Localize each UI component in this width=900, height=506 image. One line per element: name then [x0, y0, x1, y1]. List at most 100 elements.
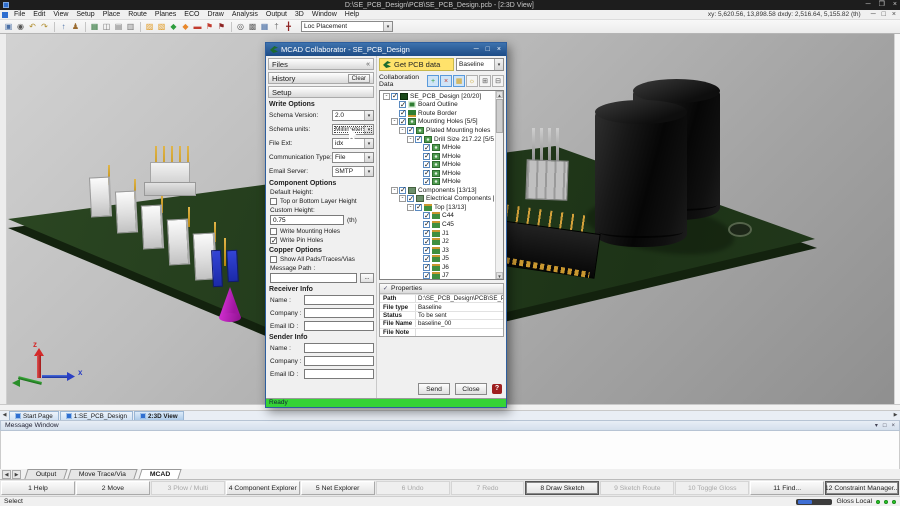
menu-analysis[interactable]: Analysis	[228, 10, 262, 20]
tree-checkbox[interactable]	[399, 101, 406, 108]
tree-checkbox[interactable]	[423, 264, 430, 271]
show-all-pads-checkbox-row[interactable]: Show All Pads/Traces/Vias	[270, 256, 374, 263]
folder-open-icon[interactable]: ▨	[144, 21, 155, 32]
menu-planes[interactable]: Planes	[151, 10, 180, 20]
layers-icon[interactable]: ▤	[113, 21, 124, 32]
show-modified-button[interactable]: ▦	[453, 75, 465, 87]
chevron-down-icon[interactable]: ▾	[364, 167, 373, 176]
collab-tree[interactable]: ▲ ▼ -SE_PCB_Design [20/20]-Board Outline…	[379, 90, 504, 280]
tree-row[interactable]: -C44	[381, 212, 494, 221]
chevron-down-icon[interactable]: ▾	[383, 22, 392, 31]
menu-3d[interactable]: 3D	[291, 10, 308, 20]
expander-icon[interactable]: -	[407, 204, 414, 211]
schema-version-combo[interactable]: 2.0▾	[332, 110, 374, 121]
tree-row[interactable]: -J6	[381, 263, 494, 272]
email-server-combo[interactable]: SMTP▾	[332, 166, 374, 177]
tree-row[interactable]: -Route Border	[381, 109, 494, 118]
tree-checkbox[interactable]	[423, 238, 430, 245]
chevron-down-icon[interactable]: ▾	[494, 59, 503, 70]
tree-checkbox[interactable]	[407, 127, 414, 134]
copy-icon[interactable]: ◫	[101, 21, 112, 32]
window-menu-icon[interactable]: ▾	[875, 421, 878, 431]
place-part-icon[interactable]: ◆	[168, 21, 179, 32]
tree-checkbox[interactable]	[423, 255, 430, 262]
placement-mode-combo[interactable]: Loc Placement ▾	[301, 21, 393, 32]
tree-checkbox[interactable]	[423, 230, 430, 237]
flag-alt-icon[interactable]: ⚑	[216, 21, 227, 32]
tree-checkbox[interactable]	[399, 110, 406, 117]
show-added-button[interactable]: +	[427, 75, 439, 87]
menu-route[interactable]: Route	[124, 10, 151, 20]
top-bottom-height-checkbox[interactable]	[270, 198, 277, 205]
tab-1-se-pcb-design[interactable]: 1:SE_PCB_Design	[60, 411, 133, 420]
get-pcb-data-button[interactable]: Get PCB data	[379, 58, 454, 71]
zoom-icon[interactable]: ◎	[235, 21, 246, 32]
email-id-input[interactable]	[304, 321, 374, 331]
name-input[interactable]	[304, 295, 374, 305]
tree-checkbox[interactable]	[423, 178, 430, 185]
top-bottom-height-checkbox-row[interactable]: Top or Bottom Layer Height	[270, 198, 374, 205]
company-input[interactable]	[304, 356, 374, 366]
menu-edit[interactable]: Edit	[29, 10, 49, 20]
restore-icon[interactable]: ❐	[879, 0, 885, 10]
fkey-11-find[interactable]: 11 Find...	[750, 481, 824, 495]
files-section-header[interactable]: Files «	[268, 58, 374, 70]
tree-checkbox[interactable]	[423, 221, 430, 228]
tree-checkbox[interactable]	[423, 153, 430, 160]
dialog-maximize-icon[interactable]: □	[486, 45, 490, 55]
panel-tab-output[interactable]: Output	[24, 469, 68, 479]
promote-icon[interactable]: ↑	[58, 21, 69, 32]
expander-icon[interactable]: -	[383, 93, 390, 100]
menu-output[interactable]: Output	[262, 10, 291, 20]
fkey-5-net-explorer[interactable]: 5 Net Explorer	[301, 481, 375, 495]
tree-checkbox[interactable]	[407, 195, 414, 202]
tree-row[interactable]: -J5	[381, 254, 494, 263]
flag-icon[interactable]: ⚑	[204, 21, 215, 32]
tree-row[interactable]: -J2	[381, 237, 494, 246]
fkey-4-component-explorer[interactable]: 4 Component Explorer	[226, 481, 300, 495]
tab-start-page[interactable]: Start Page	[9, 411, 59, 420]
view-3d-icon[interactable]: ▩	[247, 21, 258, 32]
tree-scrollbar[interactable]: ▲ ▼	[495, 91, 503, 279]
menu-setup[interactable]: Setup	[72, 10, 98, 20]
message-window-header[interactable]: Message Window ▾ □ ×	[0, 420, 900, 431]
tree-checkbox[interactable]	[423, 161, 430, 168]
name-input[interactable]	[304, 343, 374, 353]
tree-row[interactable]: -Top [13/13]	[381, 203, 494, 212]
message-path-input[interactable]	[270, 273, 357, 283]
collapse-all-button[interactable]: ⊟	[492, 75, 504, 87]
panel-tabs-right-icon[interactable]: ▶	[12, 470, 21, 479]
file-ext-combo[interactable]: idx▾	[332, 138, 374, 149]
tab-2-3d-view[interactable]: 2:3D View	[134, 411, 184, 420]
write-mounting-holes-checkbox[interactable]	[270, 228, 277, 235]
custom-height-input[interactable]	[270, 215, 344, 225]
chevron-down-icon[interactable]: ▾	[364, 153, 373, 162]
expander-icon[interactable]: -	[391, 187, 398, 194]
fkey-1-help[interactable]: 1 Help	[1, 481, 75, 495]
save-icon[interactable]: ▣	[3, 21, 14, 32]
tree-row[interactable]: -MHole	[381, 169, 494, 178]
tree-checkbox[interactable]	[399, 118, 406, 125]
tree-row[interactable]: -MHole	[381, 143, 494, 152]
tree-row[interactable]: -Drill Size 217.22 [5/5]	[381, 135, 494, 144]
panel-tabs-left-icon[interactable]: ◀	[2, 470, 11, 479]
dialog-titlebar[interactable]: MCAD Collaborator - SE_PCB_Design ─ □ ×	[266, 43, 506, 56]
menu-eco[interactable]: ECO	[180, 10, 203, 20]
scroll-up-icon[interactable]: ▲	[496, 91, 503, 98]
tree-checkbox[interactable]	[399, 187, 406, 194]
float-window-icon[interactable]: □	[883, 421, 887, 431]
clear-history-button[interactable]: Clear	[348, 74, 370, 83]
panel-tab-move-trace-via[interactable]: Move Trace/Via	[68, 469, 138, 479]
help-icon[interactable]: ?	[492, 384, 502, 394]
chevron-down-icon[interactable]: ▾	[364, 111, 373, 120]
expander-icon[interactable]: -	[399, 127, 406, 134]
tree-checkbox[interactable]	[423, 272, 430, 279]
dialog-close-icon[interactable]: ×	[497, 45, 501, 55]
tree-checkbox[interactable]	[391, 93, 398, 100]
send-button[interactable]: Send	[418, 383, 450, 395]
mdi-minimize-icon[interactable]: ─	[871, 10, 876, 20]
baseline-combo[interactable]: Baseline ▾	[456, 58, 504, 71]
write-pin-holes-checkbox-row[interactable]: Write Pin Holes	[270, 237, 374, 244]
tree-row[interactable]: -J7	[381, 271, 494, 280]
company-input[interactable]	[304, 308, 374, 318]
